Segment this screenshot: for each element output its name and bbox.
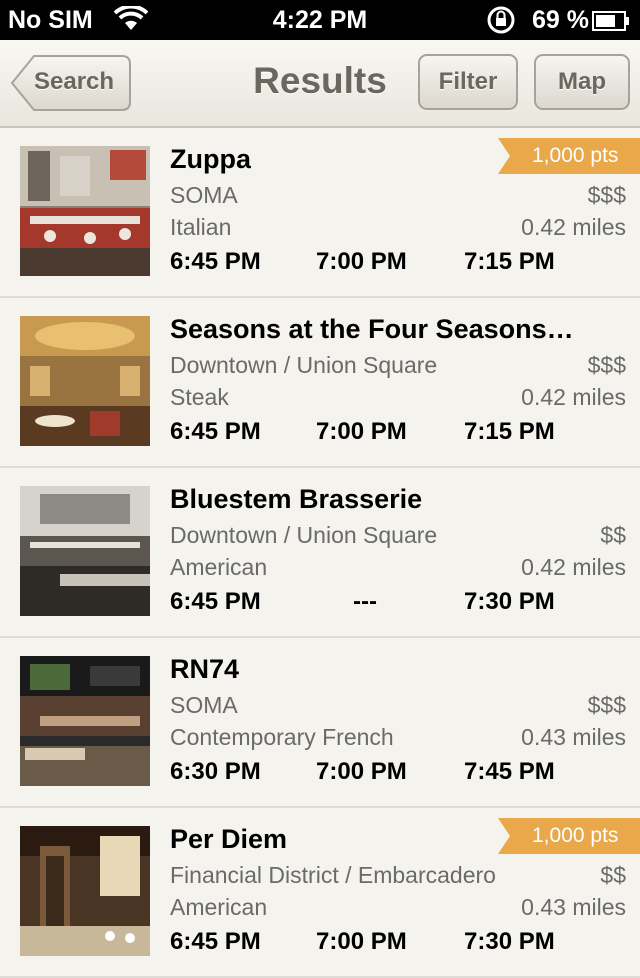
price-level: $$ xyxy=(600,522,626,548)
results-list: Zuppa SOMA $$$ Italian 0.42 miles 6:45 P… xyxy=(0,128,640,978)
distance: 0.42 miles xyxy=(521,554,626,580)
neighborhood: SOMA xyxy=(170,182,238,208)
points-badge-label: 1,000 pts xyxy=(532,824,619,847)
time-slot[interactable]: 7:00 PM xyxy=(316,248,426,276)
price-level: $$$ xyxy=(587,182,626,208)
time-slot[interactable]: 7:00 PM xyxy=(316,928,426,956)
restaurant-photo xyxy=(20,486,150,616)
cuisine: Steak xyxy=(170,384,229,410)
list-item[interactable]: Zuppa SOMA $$$ Italian 0.42 miles 6:45 P… xyxy=(0,128,640,298)
time-slot[interactable]: 6:45 PM xyxy=(170,248,280,276)
price-level: $$$ xyxy=(587,692,626,718)
restaurant-name: RN74 xyxy=(170,654,240,684)
time-slot[interactable]: 6:30 PM xyxy=(170,758,280,786)
map-button[interactable]: Map xyxy=(534,54,630,110)
price-level: $$$ xyxy=(587,352,626,378)
restaurant-photo xyxy=(20,826,150,956)
time-slot[interactable]: 7:30 PM xyxy=(464,928,574,956)
distance: 0.43 miles xyxy=(521,894,626,920)
time-slot[interactable]: 7:30 PM xyxy=(464,588,574,616)
time-slot[interactable]: 7:15 PM xyxy=(464,418,574,446)
distance: 0.43 miles xyxy=(521,724,626,750)
list-item[interactable]: Per Diem Financial District / Embarcader… xyxy=(0,808,640,978)
neighborhood: Downtown / Union Square xyxy=(170,352,438,378)
list-item[interactable]: Seasons at the Four Seasons… Downtown / … xyxy=(0,298,640,468)
time-slot[interactable]: 7:00 PM xyxy=(316,418,426,446)
list-item[interactable]: Bluestem Brasserie Downtown / Union Squa… xyxy=(0,468,640,638)
restaurant-name: Bluestem Brasserie xyxy=(170,484,423,514)
battery-percent: 69 % xyxy=(532,6,589,34)
status-bar: No SIM 4:22 PM 69 % xyxy=(0,0,640,40)
cuisine: Contemporary French xyxy=(170,724,394,750)
restaurant-name: Per Diem xyxy=(170,824,288,854)
restaurant-photo xyxy=(20,656,150,786)
cuisine: Italian xyxy=(170,214,232,240)
time-slot[interactable]: 6:45 PM xyxy=(170,928,280,956)
cuisine: American xyxy=(170,894,268,920)
restaurant-photo xyxy=(20,316,150,446)
time-slot[interactable]: 7:15 PM xyxy=(464,248,574,276)
distance: 0.42 miles xyxy=(521,214,626,240)
points-badge: 1,000 pts xyxy=(498,138,640,174)
time-slot[interactable]: 6:45 PM xyxy=(170,588,280,616)
restaurant-name: Seasons at the Four Seasons… xyxy=(170,314,574,344)
neighborhood: Downtown / Union Square xyxy=(170,522,438,548)
time-slot[interactable]: 6:45 PM xyxy=(170,418,280,446)
rotation-lock-icon xyxy=(486,6,516,34)
points-badge: 1,000 pts xyxy=(498,818,640,854)
battery-icon xyxy=(592,9,630,31)
points-badge-label: 1,000 pts xyxy=(532,144,619,167)
time-slot-unavailable: --- xyxy=(353,588,377,615)
neighborhood: SOMA xyxy=(170,692,238,718)
distance: 0.42 miles xyxy=(521,384,626,410)
price-level: $$ xyxy=(600,862,626,888)
navigation-bar: Search Results Filter Map xyxy=(0,40,640,128)
neighborhood: Financial District / Embarcadero xyxy=(170,862,496,888)
time-slot[interactable]: 7:00 PM xyxy=(316,758,426,786)
time-slot[interactable]: 7:45 PM xyxy=(464,758,574,786)
cuisine: American xyxy=(170,554,268,580)
restaurant-photo xyxy=(20,146,150,276)
list-item[interactable]: RN74 SOMA $$$ Contemporary French 0.43 m… xyxy=(0,638,640,808)
filter-button[interactable]: Filter xyxy=(418,54,518,110)
restaurant-name: Zuppa xyxy=(170,144,251,174)
